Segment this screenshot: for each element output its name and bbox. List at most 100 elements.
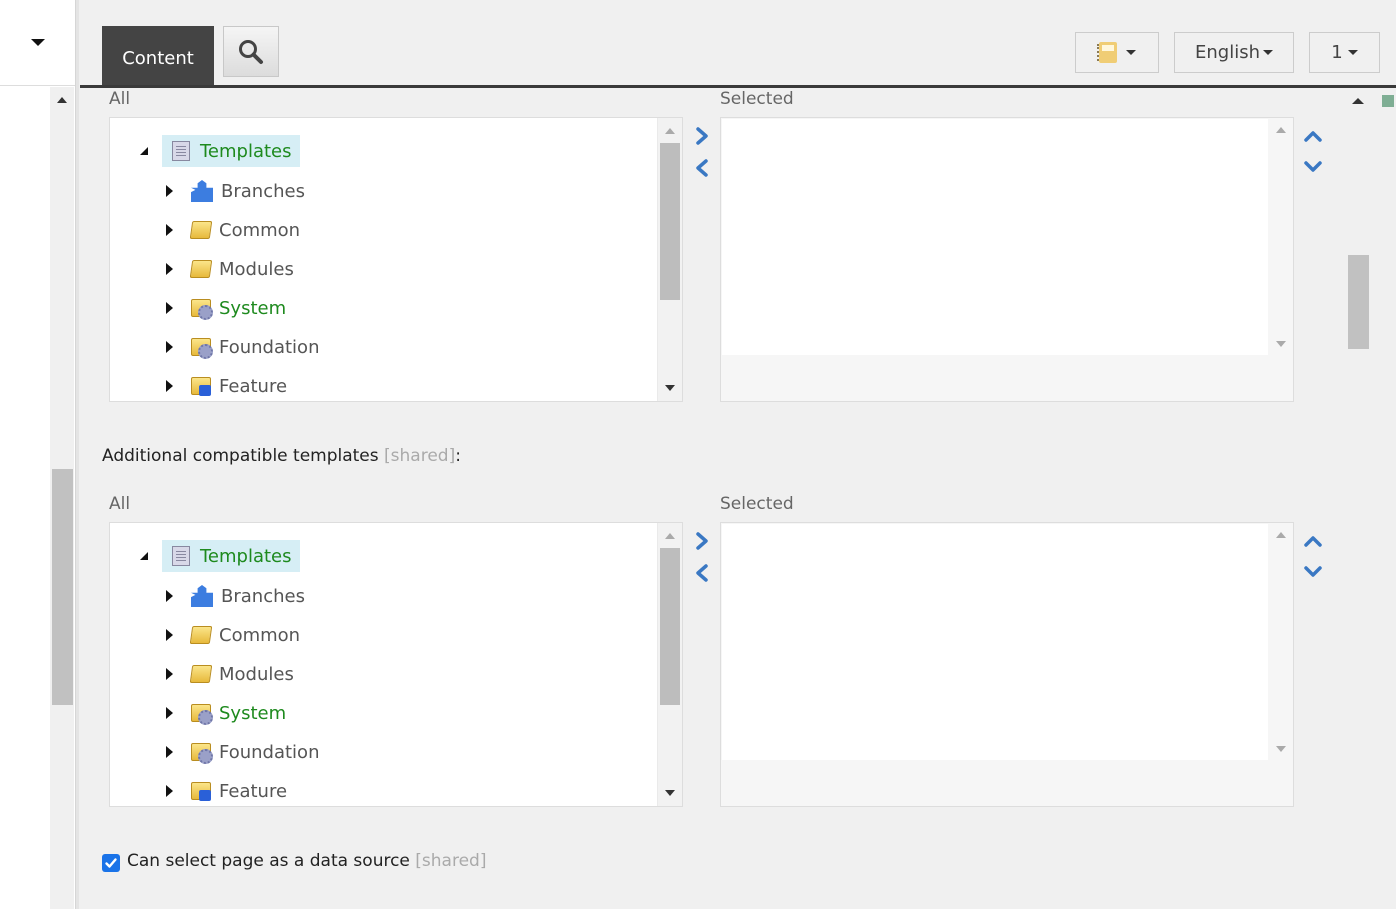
expand-toggle-icon[interactable]: [166, 629, 173, 641]
tree-node[interactable]: System: [166, 292, 286, 324]
tree-node-selected[interactable]: Templates: [162, 135, 300, 167]
expand-toggle-icon[interactable]: [166, 185, 173, 197]
title-suffix: :: [455, 446, 461, 466]
left-panel-header: [0, 0, 76, 86]
scroll-down-arrow-icon[interactable]: [665, 385, 675, 391]
panel-splitter[interactable]: [75, 0, 79, 909]
selected-list-scrollbar[interactable]: [1268, 119, 1293, 355]
status-indicator: [1382, 95, 1394, 107]
selected-list-scrollbar[interactable]: [1268, 524, 1293, 760]
expand-toggle-icon[interactable]: [166, 224, 173, 236]
all-templates-tree[interactable]: Templates Branches Common Modules System Foun…: [109, 117, 683, 402]
expand-toggle-icon[interactable]: [166, 380, 173, 392]
tree-node[interactable]: System: [166, 697, 286, 729]
chevron-left-icon: [696, 564, 708, 582]
left-panel: [0, 0, 76, 909]
folder-icon: [189, 626, 213, 644]
main-scrollbar-thumb[interactable]: [1348, 255, 1369, 349]
move-up-button[interactable]: [1302, 125, 1324, 147]
tree-node-label: System: [219, 702, 287, 724]
tab-content[interactable]: Content: [102, 26, 214, 86]
scroll-down-arrow-icon[interactable]: [1276, 341, 1286, 347]
version-label: 1: [1331, 42, 1343, 63]
add-button[interactable]: [691, 530, 713, 552]
expand-toggle-icon[interactable]: [166, 590, 173, 602]
remove-button[interactable]: [691, 157, 713, 179]
bookmark-dropdown[interactable]: [1075, 32, 1159, 73]
chevron-right-icon: [696, 532, 708, 550]
move-down-button[interactable]: [1302, 561, 1324, 583]
tree-node-root[interactable]: Templates: [140, 135, 300, 167]
gear-folder-icon: [191, 338, 213, 359]
additional-templates-tree[interactable]: Templates Branches Common Modules System Foun…: [109, 522, 683, 807]
tree-node-selected[interactable]: Templates: [162, 540, 300, 572]
scroll-up-arrow-icon[interactable]: [1352, 98, 1364, 104]
selected-label: Selected: [720, 89, 794, 109]
selected-additional-templates-list[interactable]: [720, 522, 1294, 807]
language-dropdown[interactable]: English: [1174, 32, 1294, 73]
expand-toggle-icon[interactable]: [166, 746, 173, 758]
expand-toggle-icon[interactable]: [140, 147, 148, 155]
tree-scrollbar[interactable]: [657, 118, 682, 401]
chevron-left-icon: [696, 159, 708, 177]
folder-icon: [189, 221, 213, 239]
expand-toggle-icon[interactable]: [166, 785, 173, 797]
selected-label: Selected: [720, 494, 794, 514]
tree-node[interactable]: Modules: [166, 658, 294, 690]
tree-node-label: Foundation: [219, 336, 320, 358]
expand-toggle-icon[interactable]: [166, 302, 173, 314]
left-scrollbar[interactable]: [50, 87, 74, 909]
scroll-up-arrow-icon[interactable]: [665, 128, 675, 134]
expand-toggle-icon[interactable]: [166, 668, 173, 680]
tree-node-label: Templates: [200, 140, 292, 162]
search-icon: [239, 39, 263, 64]
folder-icon: [189, 665, 213, 683]
tree-scrollbar-thumb[interactable]: [660, 548, 680, 705]
chevron-up-icon: [1304, 536, 1322, 547]
data-source-checkbox[interactable]: [102, 854, 120, 872]
tree-node-label: Common: [219, 624, 301, 646]
tree-scrollbar[interactable]: [657, 523, 682, 806]
selected-list-area[interactable]: [722, 119, 1268, 355]
gear-folder-icon: [191, 299, 213, 320]
move-up-button[interactable]: [1302, 530, 1324, 552]
tree-node[interactable]: Foundation: [166, 736, 319, 768]
left-scrollbar-thumb[interactable]: [52, 469, 73, 705]
shared-tag: [shared]: [384, 446, 456, 466]
remove-button[interactable]: [691, 562, 713, 584]
scroll-up-arrow-icon[interactable]: [665, 533, 675, 539]
tree-node[interactable]: Branches: [166, 175, 305, 207]
tree-node[interactable]: Common: [166, 214, 300, 246]
chevron-right-icon: [696, 127, 708, 145]
tree-node[interactable]: Modules: [166, 253, 294, 285]
data-source-checkbox-label[interactable]: Can select page as a data source [shared…: [127, 851, 486, 871]
tree-node[interactable]: Feature: [166, 370, 287, 401]
selected-templates-list[interactable]: [720, 117, 1294, 402]
folder-icon: [189, 260, 213, 278]
tree-node-root[interactable]: Templates: [140, 540, 300, 572]
template-icon: [172, 546, 190, 566]
search-button[interactable]: [223, 26, 279, 77]
expand-toggle-icon[interactable]: [140, 552, 148, 560]
tree-node[interactable]: Feature: [166, 775, 287, 806]
tree-node[interactable]: Branches: [166, 580, 305, 612]
version-dropdown[interactable]: 1: [1309, 32, 1380, 73]
tree-node-label: System: [219, 297, 287, 319]
expand-toggle-icon[interactable]: [166, 263, 173, 275]
add-button[interactable]: [691, 125, 713, 147]
tree-node[interactable]: Common: [166, 619, 300, 651]
scroll-up-arrow-icon[interactable]: [1276, 532, 1286, 538]
move-down-button[interactable]: [1302, 156, 1324, 178]
scroll-up-arrow-icon[interactable]: [1276, 127, 1286, 133]
scroll-up-arrow-icon[interactable]: [57, 97, 67, 103]
expand-toggle-icon[interactable]: [166, 341, 173, 353]
tree-node[interactable]: Foundation: [166, 331, 319, 363]
expand-toggle-icon[interactable]: [166, 707, 173, 719]
selected-list-area[interactable]: [722, 524, 1268, 760]
caret-down-icon[interactable]: [31, 39, 45, 46]
scroll-down-arrow-icon[interactable]: [1276, 746, 1286, 752]
tree-scrollbar-thumb[interactable]: [660, 143, 680, 300]
tree-node-label: Branches: [221, 585, 305, 607]
scroll-down-arrow-icon[interactable]: [665, 790, 675, 796]
tree-node-label: Templates: [200, 545, 292, 567]
